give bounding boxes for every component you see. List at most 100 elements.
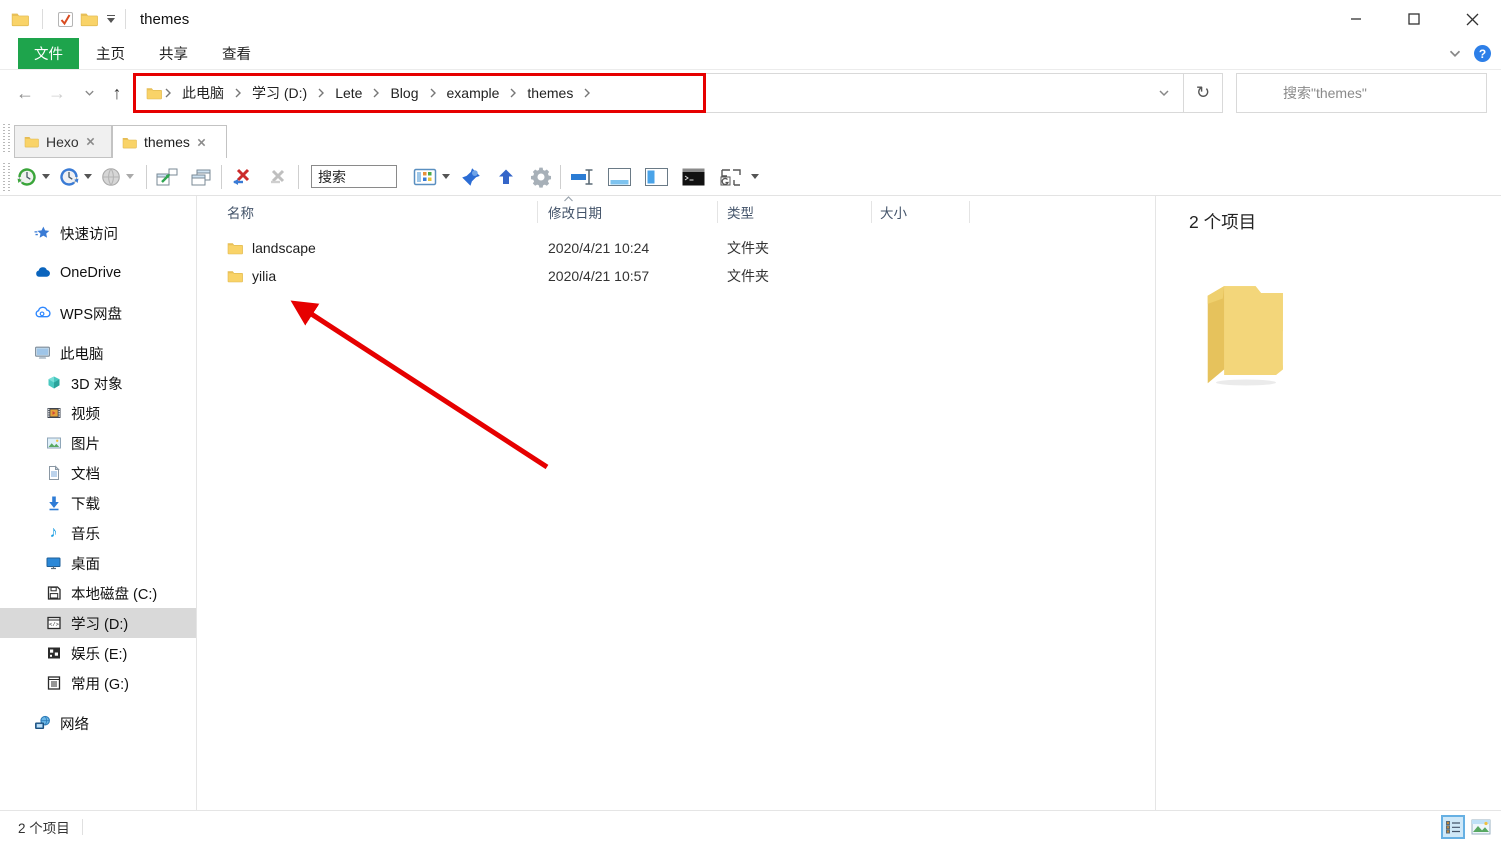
column-header-date-modified[interactable]: 修改日期 [538, 201, 718, 223]
maximize-button[interactable] [1385, 0, 1443, 38]
breadcrumb-item-this-pc[interactable]: 此电脑 [172, 83, 234, 103]
downloads-icon [45, 495, 62, 512]
sidebar-item-downloads[interactable]: 下载 [0, 488, 196, 518]
breadcrumb-item-themes[interactable]: themes [517, 85, 583, 101]
file-type: 文件夹 [718, 262, 872, 290]
desktop-icon [45, 555, 62, 572]
toolbar-lock-button[interactable] [567, 163, 597, 191]
sidebar-item-drive-g[interactable]: 常用 (G:) [0, 668, 196, 698]
column-header-name[interactable]: 名称 [197, 201, 538, 223]
tab-close-icon[interactable] [86, 137, 95, 146]
drive-g-icon [45, 675, 62, 692]
view-mode-button[interactable] [411, 163, 439, 191]
column-header-size[interactable]: 大小 [872, 201, 970, 223]
clone-tab-button[interactable] [187, 163, 215, 191]
tab-bar: Hexo themes [0, 118, 1501, 158]
ribbon-tab-view[interactable]: 查看 [205, 38, 268, 69]
address-bar[interactable]: 此电脑 学习 (D:) Lete Blog example themes ↻ [133, 73, 1223, 113]
close-tabs-disabled-button[interactable] [264, 163, 292, 191]
details-item-count: 2 个项目 [1189, 209, 1256, 234]
close-button[interactable] [1443, 0, 1501, 38]
toolbar-grip[interactable] [8, 163, 10, 191]
breadcrumb-item-blog[interactable]: Blog [380, 85, 428, 101]
sidebar-item-drive-e[interactable]: 娱乐 (E:) [0, 638, 196, 668]
breadcrumb-item-example[interactable]: example [437, 85, 510, 101]
sidebar-item-pictures[interactable]: 图片 [0, 428, 196, 458]
back-button[interactable]: ← [11, 79, 39, 107]
tab-hexo[interactable]: Hexo [14, 125, 112, 158]
ribbon-tab-home[interactable]: 主页 [79, 38, 142, 69]
sidebar-item-quick-access[interactable]: 快速访问 [0, 218, 196, 248]
recent-dropdown-icon[interactable] [126, 174, 134, 179]
sidebar-item-drive-d[interactable]: </> 学习 (D:) [0, 608, 196, 638]
grouping-button[interactable] [716, 163, 746, 191]
toolbar-search-input[interactable]: 搜索 [311, 165, 397, 188]
svg-text:</>: </> [49, 622, 59, 628]
divider [42, 9, 43, 29]
forward-history-button[interactable] [56, 163, 82, 191]
toolbar-grip[interactable] [8, 124, 10, 154]
explorer-search-input[interactable]: 搜索"themes" [1236, 73, 1487, 113]
recent-locations-chevron-icon[interactable] [75, 79, 103, 107]
sidebar-item-onedrive[interactable]: OneDrive [0, 258, 196, 288]
close-tab-button[interactable] [228, 163, 256, 191]
preview-pane-button[interactable] [605, 163, 634, 191]
tab-folder-icon [24, 135, 39, 148]
forward-history-dropdown-icon[interactable] [84, 174, 92, 179]
address-dropdown-chevron-icon[interactable] [1145, 74, 1183, 112]
sidebar-item-wps-cloud[interactable]: WPS网盘 [0, 298, 196, 328]
toolbar-grip[interactable] [3, 163, 5, 191]
toolbar-grip[interactable] [3, 124, 5, 154]
view-mode-dropdown-icon[interactable] [442, 174, 450, 179]
ribbon-tab-share[interactable]: 共享 [142, 38, 205, 69]
sidebar-item-desktop[interactable]: 桌面 [0, 548, 196, 578]
sidebar-item-documents[interactable]: 文档 [0, 458, 196, 488]
up-button[interactable]: ↑ [103, 79, 131, 107]
details-view-button[interactable] [1441, 815, 1465, 839]
music-icon: ♪ [45, 525, 62, 542]
sidebar-item-this-pc[interactable]: 此电脑 [0, 338, 196, 368]
column-header-type[interactable]: 类型 [718, 201, 872, 223]
qat-new-folder-icon[interactable] [77, 6, 101, 32]
details-pane: 2 个项目 [1155, 196, 1501, 810]
tab-label: Hexo [46, 134, 79, 150]
minimize-button[interactable] [1327, 0, 1385, 38]
window-title: themes [140, 11, 189, 28]
ribbon-tabs: 文件 主页 共享 查看 [0, 38, 1501, 70]
recent-globe-button[interactable] [98, 163, 124, 191]
file-row-yilia[interactable]: yilia 2020/4/21 10:57 文件夹 [197, 262, 1155, 290]
grouping-dropdown-icon[interactable] [751, 174, 759, 179]
qat-properties-checkbox-icon[interactable] [53, 6, 77, 32]
help-icon[interactable] [1474, 45, 1491, 62]
options-gear-button[interactable] [528, 163, 554, 191]
breadcrumb-item-drive-d[interactable]: 学习 (D:) [242, 83, 317, 103]
title-bar: themes [0, 0, 1501, 38]
forward-button[interactable]: → [43, 79, 71, 107]
pin-tab-button[interactable] [458, 163, 484, 191]
command-prompt-button[interactable] [679, 163, 708, 191]
videos-icon [45, 405, 62, 422]
ribbon-tab-file[interactable]: 文件 [18, 38, 79, 69]
breadcrumb-item-lete[interactable]: Lete [325, 85, 372, 101]
open-new-window-button[interactable] [153, 163, 181, 191]
back-history-dropdown-icon[interactable] [42, 174, 50, 179]
navigation-pane: 快速访问 OneDrive WPS网盘 此电脑 3D 对象 视频 图片 文档 下… [0, 196, 197, 810]
sidebar-item-network[interactable]: 网络 [0, 708, 196, 738]
back-history-button[interactable] [14, 163, 40, 191]
tab-themes[interactable]: themes [112, 125, 227, 158]
qat-customize-dropdown-icon[interactable] [107, 15, 115, 24]
tab-close-icon[interactable] [197, 138, 206, 147]
breadcrumb-chevron-icon [583, 87, 591, 99]
navigation-pane-button[interactable] [642, 163, 671, 191]
sidebar-item-videos[interactable]: 视频 [0, 398, 196, 428]
local-disk-c-icon [45, 585, 62, 602]
sidebar-item-music[interactable]: ♪ 音乐 [0, 518, 196, 548]
sidebar-item-3d-objects[interactable]: 3D 对象 [0, 368, 196, 398]
file-row-landscape[interactable]: landscape 2020/4/21 10:24 文件夹 [197, 234, 1155, 262]
up-level-button[interactable] [494, 163, 518, 191]
large-icons-view-button[interactable] [1469, 815, 1493, 839]
file-name: landscape [252, 240, 316, 256]
ribbon-collapse-chevron-icon[interactable] [1448, 49, 1462, 58]
sidebar-item-local-disk-c[interactable]: 本地磁盘 (C:) [0, 578, 196, 608]
refresh-icon[interactable]: ↻ [1184, 74, 1222, 112]
